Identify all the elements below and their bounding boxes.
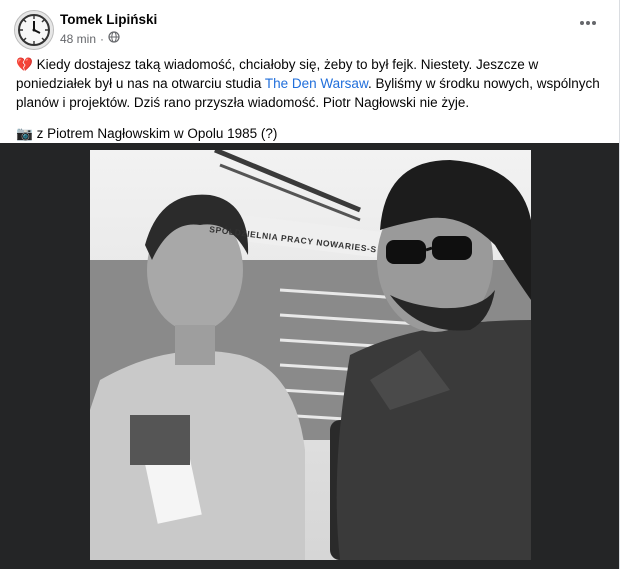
- globe-icon: [108, 31, 120, 46]
- post-meta: 48 min ·: [60, 31, 120, 46]
- more-horizontal-icon[interactable]: [576, 16, 600, 30]
- post-time[interactable]: 48 min: [60, 32, 96, 46]
- clock-avatar-icon: [15, 11, 53, 49]
- caption-text: z Piotrem Nagłowskim w Opolu 1985 (?): [32, 126, 278, 141]
- avatar[interactable]: [14, 10, 54, 50]
- post-text: 💔 Kiedy dostajesz taką wiadomość, chciał…: [16, 55, 606, 143]
- author-name[interactable]: Tomek Lipiński: [60, 12, 157, 27]
- post-card: Tomek Lipiński 48 min · 💔 Kiedy dostajes…: [0, 0, 620, 569]
- photo-image: [90, 147, 531, 560]
- den-warsaw-link[interactable]: The Den Warsaw: [265, 76, 368, 91]
- meta-separator: ·: [100, 31, 105, 46]
- broken-heart-emoji: 💔: [16, 57, 33, 72]
- camera-emoji: 📷: [16, 126, 33, 141]
- post-paragraph: 💔 Kiedy dostajesz taką wiadomość, chciał…: [16, 55, 606, 112]
- post-photo[interactable]: SPÓŁDZIELNIA PRACY NOWARIES-S: [90, 147, 531, 560]
- photo-caption: 📷 z Piotrem Nagłowskim w Opolu 1985 (?): [16, 124, 606, 143]
